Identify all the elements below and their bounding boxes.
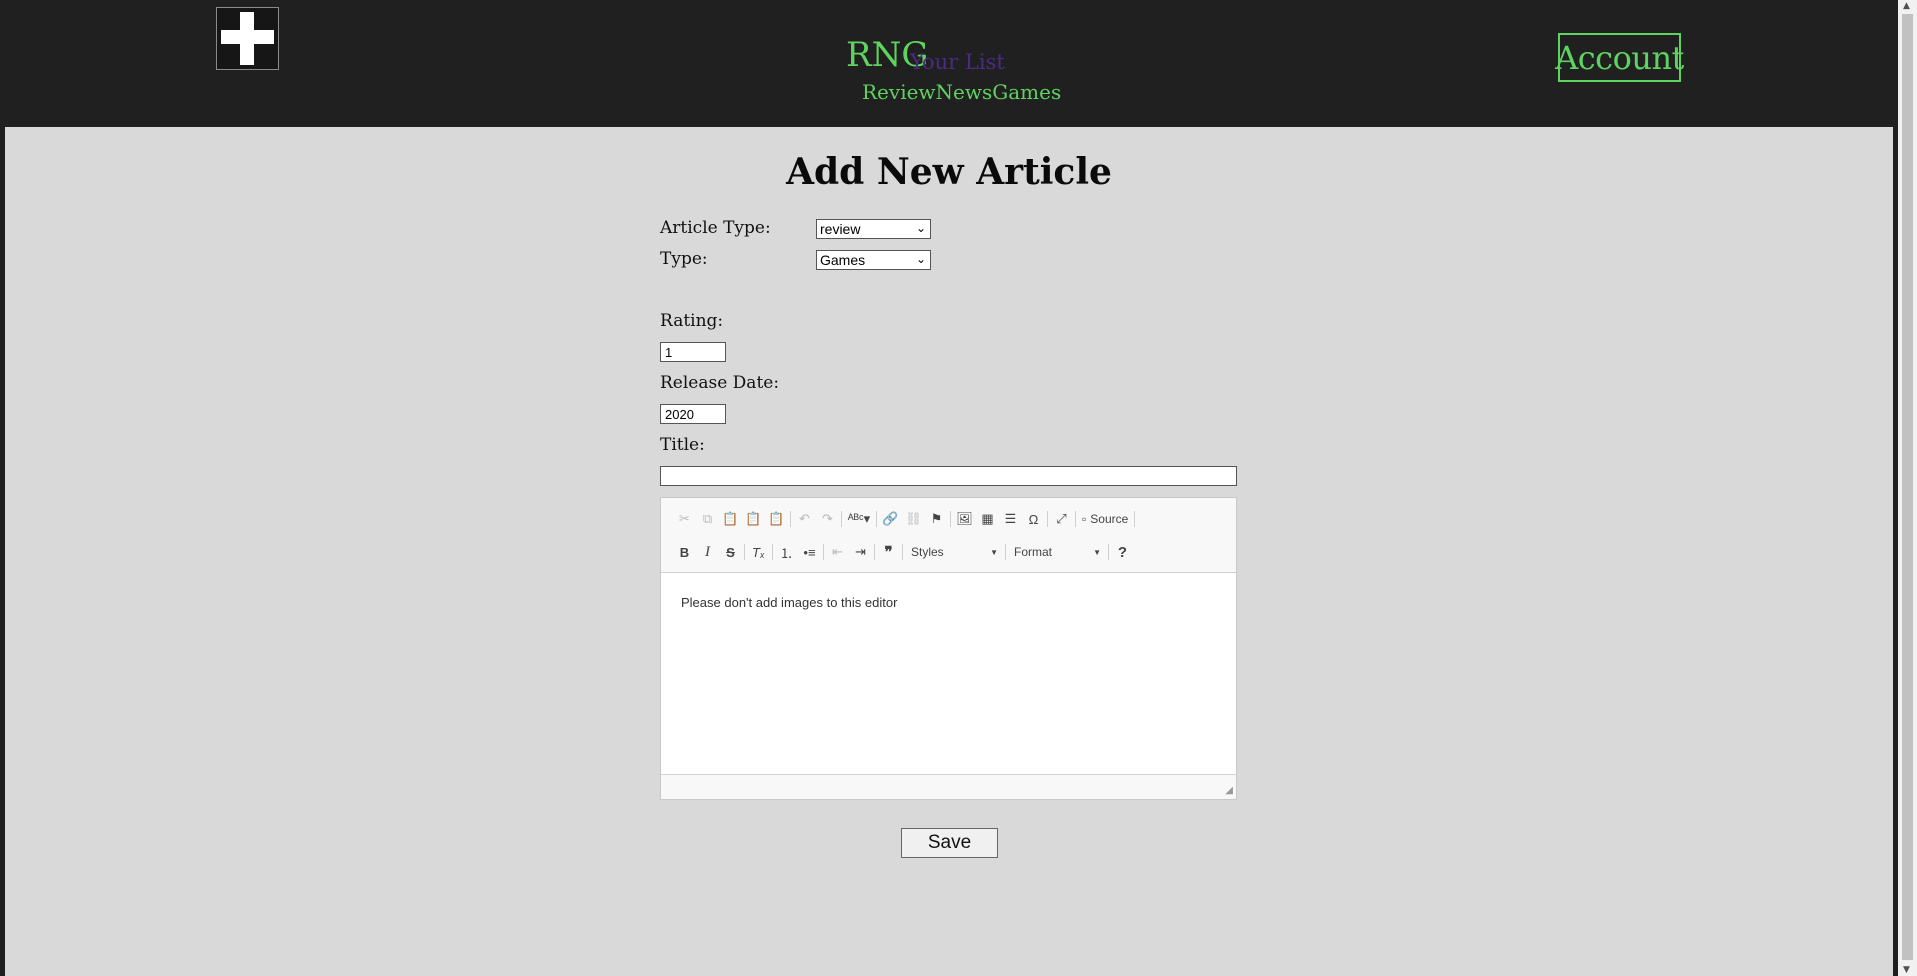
top-navigation-bar: RNG Your List Review News Games Account bbox=[0, 0, 1898, 127]
nav-review-link[interactable]: Review bbox=[862, 82, 936, 102]
type-value: Games bbox=[820, 252, 866, 268]
release-date-label: Release Date: bbox=[660, 373, 780, 393]
toolbar-separator bbox=[950, 511, 951, 527]
toolbar-separator bbox=[744, 544, 745, 560]
editor-content-area[interactable]: Please don't add images to this editor bbox=[661, 572, 1236, 775]
article-type-label: Article Type: bbox=[660, 218, 771, 238]
bold-icon[interactable]: B bbox=[673, 541, 696, 563]
nav-games-link[interactable]: Games bbox=[992, 82, 1061, 102]
toolbar-separator bbox=[1108, 544, 1109, 560]
maximize-icon[interactable]: ⤢ bbox=[1050, 508, 1073, 530]
bulleted-list-icon[interactable]: •≡ bbox=[798, 541, 821, 563]
toolbar-separator bbox=[1005, 544, 1006, 560]
image-icon[interactable]: 🖼 bbox=[953, 508, 976, 530]
spellcheck-icon[interactable]: ᴬᴮᶜ▾ bbox=[844, 508, 874, 530]
editor-toolbar-row-2: B I S Tₓ ⒈ •≡ ⇤ ⇥ ❞ Styles ▼ Format ▼ ? bbox=[673, 539, 1134, 565]
outdent-icon[interactable]: ⇤ bbox=[826, 541, 849, 563]
blockquote-icon[interactable]: ❞ bbox=[877, 541, 900, 563]
vertical-scrollbar[interactable]: ▲ ▼ bbox=[1898, 0, 1917, 976]
source-label: Source bbox=[1090, 512, 1129, 526]
table-icon[interactable]: ▦ bbox=[976, 508, 999, 530]
title-input[interactable] bbox=[660, 466, 1237, 486]
article-type-value: review bbox=[820, 221, 861, 237]
toolbar-separator bbox=[1134, 511, 1136, 527]
save-button[interactable]: Save bbox=[901, 828, 998, 858]
resize-handle-icon[interactable]: ◢ bbox=[1225, 785, 1233, 796]
numbered-list-icon[interactable]: ⒈ bbox=[775, 541, 798, 563]
horizontal-line-icon[interactable]: ☰ bbox=[999, 508, 1022, 530]
special-char-icon[interactable]: Ω bbox=[1022, 508, 1045, 530]
caret-down-icon: ▼ bbox=[1093, 547, 1101, 557]
remove-format-icon[interactable]: Tₓ bbox=[747, 541, 770, 563]
undo-icon[interactable]: ↶ bbox=[793, 508, 816, 530]
link-icon[interactable]: 🔗 bbox=[879, 508, 902, 530]
toolbar-separator bbox=[1075, 511, 1076, 527]
editor-content-text: Please don't add images to this editor bbox=[681, 595, 898, 610]
main-content: Add New Article Article Type: review ⌄ T… bbox=[5, 127, 1893, 976]
type-label: Type: bbox=[660, 249, 708, 269]
menu-plus-button[interactable] bbox=[216, 7, 279, 70]
styles-label: Styles bbox=[911, 545, 944, 559]
toolbar-separator bbox=[874, 544, 875, 560]
scroll-up-arrow-icon[interactable]: ▲ bbox=[1903, 1, 1910, 11]
toolbar-separator bbox=[902, 544, 903, 560]
anchor-flag-icon[interactable]: ⚑ bbox=[925, 508, 948, 530]
main-nav: Review News Games bbox=[862, 82, 1061, 102]
scrollbar-thumb[interactable] bbox=[1902, 14, 1913, 960]
toolbar-separator bbox=[1047, 511, 1048, 527]
chevron-down-icon: ⌄ bbox=[915, 221, 926, 235]
nav-news-link[interactable]: News bbox=[936, 82, 993, 102]
toolbar-separator bbox=[772, 544, 773, 560]
toolbar-separator bbox=[823, 544, 824, 560]
editor-toolbar-row-1: ✂ ⧉ 📋 📋 📋 ↶ ↷ ᴬᴮᶜ▾ 🔗 ⛓ ⚑ 🖼 ▦ ☰ Ω ⤢ ▫ Sou bbox=[673, 506, 1137, 532]
indent-icon[interactable]: ⇥ bbox=[849, 541, 872, 563]
paste-word-icon[interactable]: 📋 bbox=[765, 508, 788, 530]
redo-icon[interactable]: ↷ bbox=[816, 508, 839, 530]
article-type-select[interactable]: review ⌄ bbox=[816, 219, 931, 239]
title-label: Title: bbox=[660, 435, 705, 455]
source-icon: ▫ bbox=[1082, 512, 1087, 526]
help-icon[interactable]: ? bbox=[1111, 541, 1134, 563]
type-select[interactable]: Games ⌄ bbox=[816, 250, 931, 270]
toolbar-separator bbox=[790, 511, 791, 527]
cut-icon[interactable]: ✂ bbox=[673, 508, 696, 530]
format-dropdown[interactable]: Format ▼ bbox=[1008, 541, 1106, 563]
styles-dropdown[interactable]: Styles ▼ bbox=[905, 541, 1003, 563]
copy-icon[interactable]: ⧉ bbox=[696, 508, 719, 530]
your-list-link[interactable]: Your List bbox=[910, 52, 1005, 73]
account-button[interactable]: Account bbox=[1555, 33, 1684, 82]
strikethrough-icon[interactable]: S bbox=[719, 541, 742, 563]
scroll-down-arrow-icon[interactable]: ▼ bbox=[1903, 965, 1910, 975]
rating-label: Rating: bbox=[660, 311, 724, 331]
chevron-down-icon: ⌄ bbox=[915, 252, 926, 266]
unlink-icon[interactable]: ⛓ bbox=[902, 508, 925, 530]
paste-icon[interactable]: 📋 bbox=[719, 508, 742, 530]
plus-icon-vertical bbox=[240, 12, 254, 65]
paste-text-icon[interactable]: 📋 bbox=[742, 508, 765, 530]
toolbar-separator bbox=[876, 511, 877, 527]
format-label: Format bbox=[1014, 545, 1053, 559]
rich-text-editor: ✂ ⧉ 📋 📋 📋 ↶ ↷ ᴬᴮᶜ▾ 🔗 ⛓ ⚑ 🖼 ▦ ☰ Ω ⤢ ▫ Sou bbox=[660, 497, 1237, 800]
page-title: Add New Article bbox=[786, 151, 1112, 193]
release-date-input[interactable]: 2020 bbox=[660, 404, 726, 424]
rating-input[interactable]: 1 bbox=[660, 342, 726, 362]
toolbar-separator bbox=[841, 511, 842, 527]
italic-icon[interactable]: I bbox=[696, 541, 719, 563]
caret-down-icon: ▼ bbox=[990, 547, 998, 557]
source-button[interactable]: ▫ Source bbox=[1078, 508, 1132, 530]
